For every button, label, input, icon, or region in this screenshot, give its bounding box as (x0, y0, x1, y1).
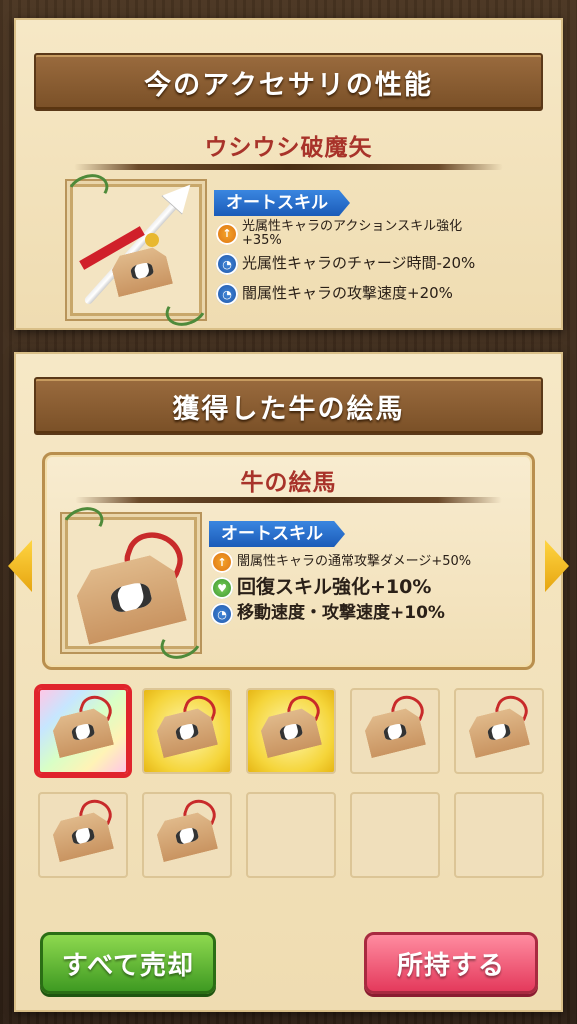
auto-skill-tag: オートスキル (214, 190, 350, 216)
current-accessory-banner: 今のアクセサリの性能 (34, 53, 543, 111)
attack-up-icon: ↑ (216, 222, 238, 245)
obtained-item-panel: 獲得した牛の絵馬 牛の絵馬 オートスキル ↑ 闇属性キャラの通常攻撃ダメージ+5… (14, 352, 563, 1012)
vine-decoration (161, 288, 211, 332)
current-skill-list: ↑ 光属性キャラのアクションスキル強化+35% ◔ 光属性キャラのチャージ時間-… (216, 220, 496, 309)
skill-row: ↑ 闇属性キャラの通常攻撃ダメージ+50% (211, 551, 511, 573)
heal-icon: ♥ (211, 577, 233, 599)
sell-all-button[interactable]: すべて売却 (40, 932, 216, 994)
divider (75, 497, 502, 503)
ema-slot[interactable] (38, 688, 128, 774)
current-item-image-frame (63, 168, 211, 332)
clock-icon: ◔ (211, 603, 233, 625)
skill-row: ♥ 回復スキル強化+10% (211, 577, 511, 599)
skill-text: 光属性キャラのアクションスキル強化+35% (242, 219, 463, 248)
ema-slot[interactable] (142, 792, 232, 878)
clock-icon: ◔ (216, 253, 238, 276)
skill-row: ◔ 移動速度・攻撃速度+10% (211, 603, 511, 625)
obtained-item-card: 牛の絵馬 オートスキル ↑ 闇属性キャラの通常攻撃ダメージ+50% ♥ 回復スキ… (42, 452, 535, 670)
obtained-item-image-frame (58, 501, 206, 665)
ema-slot[interactable] (350, 688, 440, 774)
empty-slot[interactable] (246, 792, 336, 878)
keep-button[interactable]: 所持する (364, 932, 538, 994)
skill-text: 光属性キャラのチャージ時間-20% (242, 254, 476, 273)
bell-icon (145, 233, 159, 247)
skill-row: ◔ 光属性キャラのチャージ時間-20% (216, 253, 496, 276)
clock-icon: ◔ (216, 283, 238, 306)
skill-row: ↑ 光属性キャラのアクションスキル強化+35% (216, 220, 496, 247)
skill-text: 移動速度・攻撃速度+10% (237, 603, 445, 624)
ema-slot[interactable] (246, 688, 336, 774)
ema-slot[interactable] (454, 688, 544, 774)
ema-plaque-icon (113, 251, 173, 295)
obtained-skill-list: ↑ 闇属性キャラの通常攻撃ダメージ+50% ♥ 回復スキル強化+10% ◔ 移動… (211, 551, 511, 629)
ema-slot[interactable] (38, 792, 128, 878)
obtained-item-name: 牛の絵馬 (240, 470, 337, 496)
skill-row: ◔ 闇属性キャラの攻撃速度+20% (216, 283, 496, 306)
current-accessory-panel: 今のアクセサリの性能 ウシウシ破魔矢 オートスキル ↑ 光属性キャラのアクション… (14, 18, 563, 332)
ema-slot[interactable] (142, 688, 232, 774)
obtained-item-banner: 獲得した牛の絵馬 (34, 377, 543, 435)
empty-slot[interactable] (350, 792, 440, 878)
auto-skill-tag: オートスキル (209, 521, 345, 547)
empty-slot[interactable] (454, 792, 544, 878)
current-item-name: ウシウシ破魔矢 (204, 135, 373, 161)
cow-ema-icon (54, 522, 209, 648)
skill-text: 闇属性キャラの通常攻撃ダメージ+50% (237, 554, 472, 570)
attack-up-icon: ↑ (211, 551, 233, 573)
skill-text: 闇属性キャラの攻撃速度+20% (242, 284, 453, 303)
divider (74, 164, 503, 170)
skill-text: 回復スキル強化+10% (237, 576, 432, 599)
vine-decoration (63, 168, 113, 212)
